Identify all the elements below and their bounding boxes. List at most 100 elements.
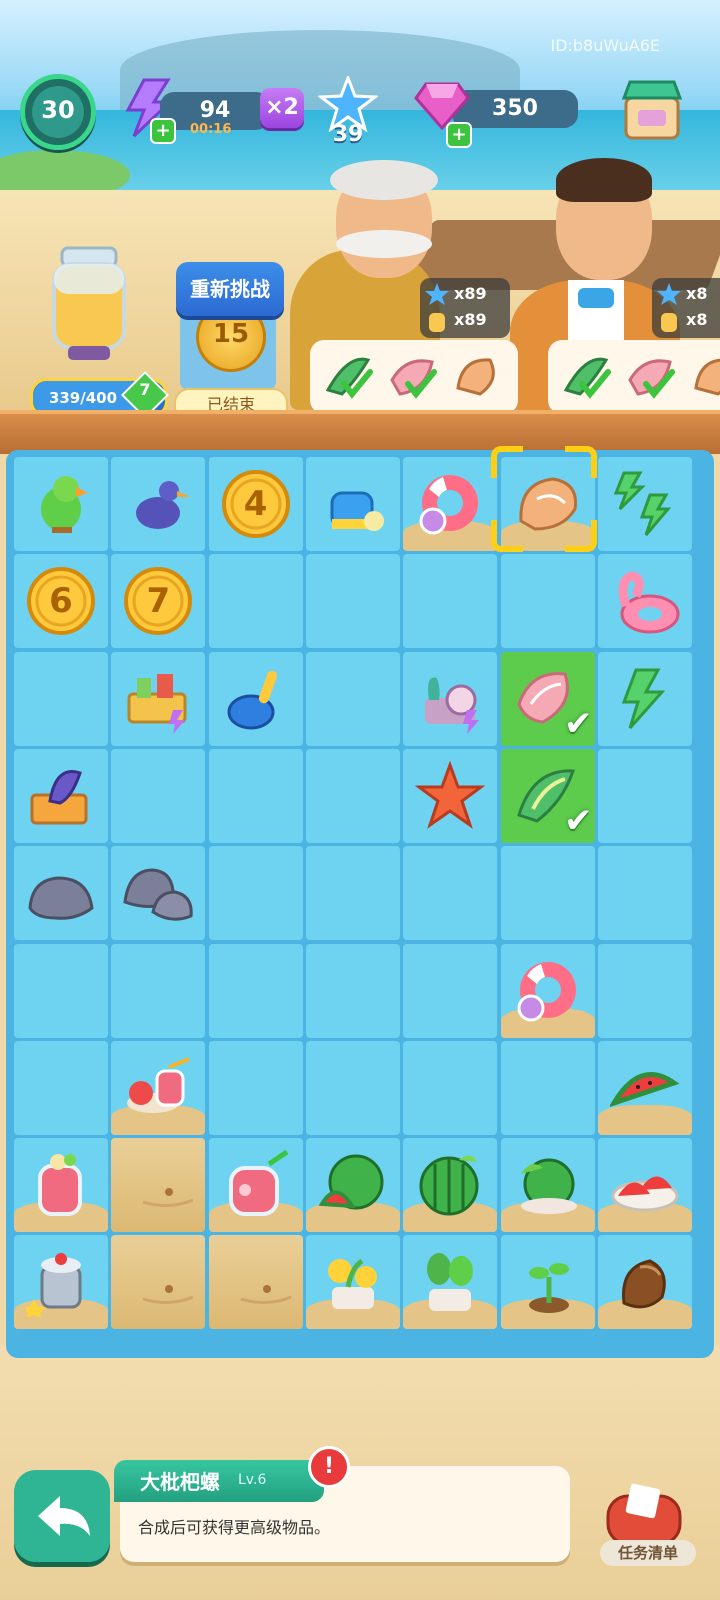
board-cell[interactable] <box>111 943 206 1038</box>
shop-icon[interactable] <box>620 76 684 142</box>
board-cell[interactable]: ✔ <box>500 748 595 843</box>
task-list-button[interactable]: 任务清单 <box>600 1540 696 1566</box>
add-energy-button[interactable]: + <box>150 118 176 144</box>
board-cell[interactable] <box>14 457 108 551</box>
back-button[interactable] <box>14 1470 110 1562</box>
reward-jar-amount: x89 <box>454 310 487 329</box>
board-cell[interactable] <box>305 943 400 1038</box>
board-cell[interactable] <box>403 846 498 941</box>
board-cell[interactable] <box>597 748 692 843</box>
alert-icon[interactable]: ! <box>308 1446 350 1488</box>
board-cell[interactable] <box>111 651 206 746</box>
board-cell[interactable] <box>111 1040 206 1135</box>
board-cell[interactable] <box>305 1235 400 1330</box>
gem-counter: 350 <box>452 90 578 128</box>
board-cell[interactable] <box>403 1235 498 1330</box>
board-cell[interactable] <box>208 1235 303 1330</box>
player-id: ID:b8uWuA6E <box>550 36 660 55</box>
board-cell[interactable] <box>403 1138 498 1233</box>
board-cell[interactable] <box>208 651 303 746</box>
board-cell[interactable] <box>208 943 303 1038</box>
board-cell[interactable] <box>500 457 595 551</box>
board-cell[interactable] <box>305 748 400 843</box>
board-cell[interactable] <box>14 1138 108 1233</box>
board-cell[interactable] <box>305 1040 400 1135</box>
retry-challenge-button[interactable]: 重新挑战 <box>176 262 284 316</box>
order-card-1[interactable] <box>310 340 518 414</box>
board-cell[interactable] <box>597 554 692 649</box>
conch-shell-icon <box>694 358 720 396</box>
board-cell[interactable] <box>597 1235 692 1330</box>
board-cell[interactable] <box>403 748 498 843</box>
player-level-value: 30 <box>41 96 75 124</box>
conch-shell-icon <box>518 477 577 531</box>
add-gems-button[interactable]: + <box>446 122 472 148</box>
board-cell[interactable] <box>14 651 108 746</box>
event-coin-value: 15 <box>212 319 250 349</box>
reward-star-amount: x8 <box>686 284 708 303</box>
coin-number: 6 <box>49 581 73 622</box>
board-cell[interactable]: ✔ <box>500 651 595 746</box>
board-cell[interactable] <box>14 748 108 843</box>
board-cell[interactable] <box>14 1040 108 1135</box>
board-cell[interactable] <box>500 846 595 941</box>
watermelon-plant-icon <box>520 1158 577 1215</box>
board-cell[interactable] <box>208 554 303 649</box>
board-cell[interactable] <box>500 1138 595 1233</box>
board-cell[interactable] <box>111 1235 206 1330</box>
energy-bolt-icon <box>621 668 666 729</box>
order-reward-2: x8 x8 <box>652 278 720 338</box>
whole-watermelon-icon <box>419 1155 479 1216</box>
board-cell[interactable] <box>597 457 692 551</box>
board-cell[interactable]: 4 <box>208 457 303 551</box>
board-cell[interactable] <box>597 1138 692 1233</box>
board-cell[interactable] <box>111 846 206 941</box>
board-cell[interactable] <box>500 1235 595 1330</box>
board-cell[interactable] <box>403 554 498 649</box>
board-cell[interactable] <box>500 943 595 1038</box>
board-cell[interactable] <box>305 651 400 746</box>
juice-jar-icon[interactable] <box>46 244 132 364</box>
board-cell[interactable] <box>111 748 206 843</box>
board-cell[interactable] <box>597 651 692 746</box>
board-cell[interactable] <box>500 554 595 649</box>
watermelon-slices-icon <box>609 1071 680 1107</box>
board-cell[interactable]: 7 <box>111 554 206 649</box>
board-cell[interactable] <box>500 1040 595 1135</box>
coin-number: 4 <box>243 484 268 524</box>
board-cell[interactable] <box>208 846 303 941</box>
juice-glass-icon <box>38 1154 82 1217</box>
board-cell[interactable] <box>403 1040 498 1135</box>
board-cell[interactable] <box>305 554 400 649</box>
board-cell[interactable] <box>208 1138 303 1233</box>
board-cell[interactable] <box>305 846 400 941</box>
board-cell[interactable] <box>597 943 692 1038</box>
man-hair <box>556 158 652 202</box>
board-cell[interactable] <box>111 1138 206 1233</box>
swim-ring-icon <box>419 475 479 535</box>
juicer-icon <box>26 1253 82 1318</box>
juice-jug-icon <box>228 1150 288 1217</box>
wooden-plank-divider <box>0 410 720 454</box>
board-cell[interactable] <box>403 943 498 1038</box>
board-cell[interactable] <box>208 748 303 843</box>
board-cell[interactable] <box>597 846 692 941</box>
board-cell[interactable] <box>14 846 108 941</box>
board-cell[interactable] <box>14 1235 108 1330</box>
board-cell[interactable] <box>208 1040 303 1135</box>
board-cell[interactable] <box>111 457 206 551</box>
order-card-2[interactable] <box>548 340 720 414</box>
coin-number: 7 <box>146 581 171 622</box>
energy-multiplier-button[interactable]: ×2 <box>260 88 304 128</box>
board-cell[interactable] <box>14 943 108 1038</box>
board-cell[interactable] <box>403 457 498 551</box>
flamingo-float-icon <box>618 571 680 634</box>
board-cell[interactable] <box>403 651 498 746</box>
energy-timer: 00:16 <box>190 122 232 137</box>
player-level-badge[interactable]: 30 <box>20 74 96 150</box>
board-cell[interactable] <box>597 1040 692 1135</box>
star-icon <box>657 283 681 305</box>
board-cell[interactable]: 6 <box>14 554 108 649</box>
board-cell[interactable] <box>305 1138 400 1233</box>
board-cell[interactable] <box>305 457 400 551</box>
